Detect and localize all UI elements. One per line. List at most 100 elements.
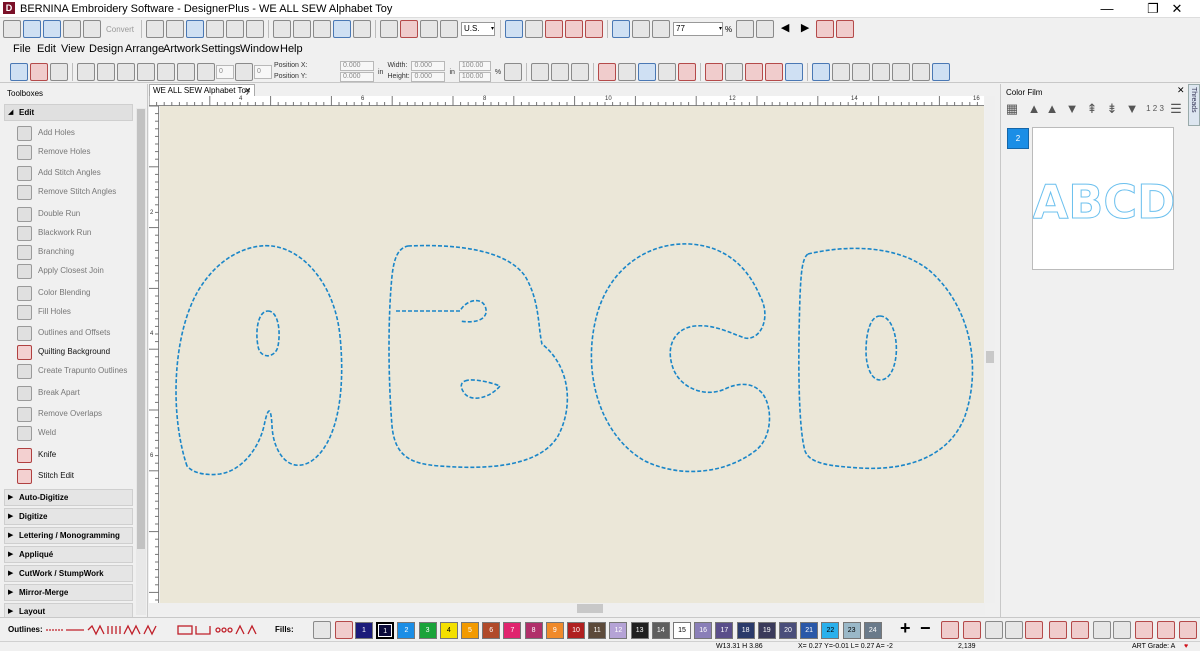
thread-color-4[interactable]: 4 <box>439 622 458 639</box>
section-mirror-merge[interactable]: ▶ Mirror-Merge <box>4 584 133 601</box>
tool-double-run[interactable]: Double Run <box>4 205 133 224</box>
circle-icon[interactable] <box>985 621 1003 639</box>
save-icon[interactable] <box>186 20 205 38</box>
thread-color-13[interactable]: 13 <box>630 622 649 639</box>
tool-add-stitch-angles[interactable]: Add Stitch Angles <box>4 164 133 183</box>
print-icon[interactable] <box>206 20 225 38</box>
pattern-icon[interactable] <box>585 20 604 38</box>
embroidery-canvas-icon[interactable] <box>43 20 61 38</box>
scale-x-field[interactable]: 100.00 <box>458 61 491 71</box>
section-appliqu-[interactable]: ▶ Appliqué <box>4 546 133 563</box>
cut-icon[interactable] <box>273 20 292 38</box>
units-select[interactable]: U.S. ▾ <box>461 22 496 36</box>
convert-label[interactable]: Convert <box>106 25 134 34</box>
thread-color-14[interactable]: 14 <box>651 622 670 639</box>
thread-chart-icon[interactable] <box>941 621 959 639</box>
flower-icon[interactable] <box>725 63 744 81</box>
tab-document[interactable]: WE ALL SEW Alphabet Toy ✕ <box>149 84 255 96</box>
section-digitize[interactable]: ▶ Digitize <box>4 508 133 525</box>
star-motif-icon[interactable] <box>705 63 724 81</box>
thread-color-16[interactable]: 16 <box>694 622 713 639</box>
color-wheel-icon[interactable] <box>816 20 835 38</box>
settings-gear-icon[interactable] <box>420 20 439 38</box>
zoom-box-icon[interactable] <box>612 20 631 38</box>
zigzag-icon[interactable] <box>1071 621 1089 639</box>
menu-artwork[interactable]: Artwork <box>163 43 200 55</box>
stitch-player-icon[interactable] <box>932 63 951 81</box>
menu-help[interactable]: Help <box>280 43 303 55</box>
menu-edit[interactable]: Edit <box>37 43 56 55</box>
minimize-button[interactable]: — <box>1084 0 1130 18</box>
stamp-icon[interactable] <box>545 20 564 38</box>
tool-stitch-edit[interactable]: Stitch Edit <box>4 467 133 486</box>
panel-close-icon[interactable]: ✕ <box>1177 85 1185 96</box>
scale-y-field[interactable]: 100.00 <box>458 72 491 82</box>
thread-color-1[interactable]: 1 <box>376 622 395 639</box>
hoop-icon[interactable] <box>505 20 524 38</box>
letter-b-upper-hole[interactable] <box>396 299 487 323</box>
select-object-icon[interactable] <box>10 63 28 81</box>
cross-stitch-icon[interactable] <box>1179 621 1197 639</box>
outline-stitch-icons[interactable] <box>44 622 272 638</box>
move-last-down-icon[interactable]: ⇟ <box>1104 101 1120 117</box>
open-folder-icon[interactable] <box>166 20 185 38</box>
design-library-icon[interactable] <box>765 63 784 81</box>
thread-color-9[interactable]: 9 <box>545 622 564 639</box>
tool-knife[interactable]: Knife <box>4 446 133 465</box>
menu-window[interactable]: Window <box>240 43 279 55</box>
tool-remove-stitch-angles[interactable]: Remove Stitch Angles <box>4 183 133 202</box>
shape-icon[interactable] <box>658 63 677 81</box>
position-x-field[interactable]: 0.000 <box>340 61 374 71</box>
move-last-up-icon[interactable]: ⇞ <box>1084 101 1100 117</box>
thread-color-5[interactable]: 5 <box>461 622 479 639</box>
letter-a-hole[interactable] <box>256 310 280 357</box>
artwork-canvas-icon[interactable] <box>23 20 41 38</box>
height-field[interactable]: 0.000 <box>411 72 446 82</box>
thread-color-10[interactable]: 10 <box>567 622 585 639</box>
canvas-horizontal-scrollbar[interactable] <box>149 603 985 615</box>
grid-icon[interactable] <box>525 20 544 38</box>
menu-arrange[interactable]: Arrange <box>125 43 164 55</box>
hoop-canvas-icon[interactable] <box>63 20 81 38</box>
menu-icon[interactable]: ☰ <box>1168 101 1184 117</box>
letter-a-outline[interactable] <box>175 244 343 476</box>
thread-color-23[interactable]: 23 <box>842 622 861 639</box>
stitch-type-icon[interactable] <box>598 63 617 81</box>
thread-color-21[interactable]: 21 <box>800 622 819 639</box>
grid-pattern-icon[interactable] <box>785 63 804 81</box>
design-canvas[interactable] <box>160 106 984 603</box>
section-auto-digitize[interactable]: ▶ Auto-Digitize <box>4 489 133 506</box>
thread-color-20[interactable]: 20 <box>779 622 797 639</box>
thread-color-3[interactable]: 3 <box>418 622 437 639</box>
pan-hand-icon[interactable] <box>736 20 755 38</box>
color-fill-icon[interactable] <box>335 621 353 639</box>
horizontal-scroll-thumb[interactable] <box>577 604 603 613</box>
next-icon[interactable]: ▶ <box>796 20 814 38</box>
rotate-angle-field[interactable]: 0 <box>216 65 234 79</box>
color-film-preview[interactable]: ABCD <box>1032 127 1176 270</box>
blend-icon[interactable] <box>963 621 981 639</box>
fill-pattern-icon[interactable] <box>678 63 697 81</box>
abcd-design[interactable] <box>160 106 984 603</box>
rotate-right-icon[interactable] <box>177 63 195 81</box>
pointer-icon[interactable] <box>756 20 775 38</box>
center-icon[interactable] <box>551 63 570 81</box>
thread-color-1[interactable]: 1 <box>355 622 373 639</box>
width-field[interactable]: 0.000 <box>411 61 446 71</box>
tool-outlines-and-offsets[interactable]: Outlines and Offsets <box>4 324 133 343</box>
letter-d-outline[interactable] <box>798 247 974 470</box>
polygon-select-icon[interactable] <box>50 63 68 81</box>
sort-icon[interactable]: ▦ <box>1004 101 1020 117</box>
thread-color-6[interactable]: 6 <box>482 622 501 639</box>
vertical-scroll-thumb[interactable] <box>986 351 994 363</box>
menu-view[interactable]: View <box>61 43 85 55</box>
tool-branching[interactable]: Branching <box>4 243 133 262</box>
gear-stitch-icon[interactable] <box>1135 621 1153 639</box>
threads-tab[interactable]: Threads <box>1188 84 1200 126</box>
tab-close-icon[interactable]: ✕ <box>244 85 251 96</box>
hash-grid-icon[interactable] <box>852 63 871 81</box>
move-down-icon[interactable]: ▼ <box>1064 101 1080 117</box>
travel-icon[interactable] <box>380 20 399 38</box>
proportional-lock-icon[interactable] <box>504 63 523 81</box>
thread-color-12[interactable]: 12 <box>609 622 628 639</box>
